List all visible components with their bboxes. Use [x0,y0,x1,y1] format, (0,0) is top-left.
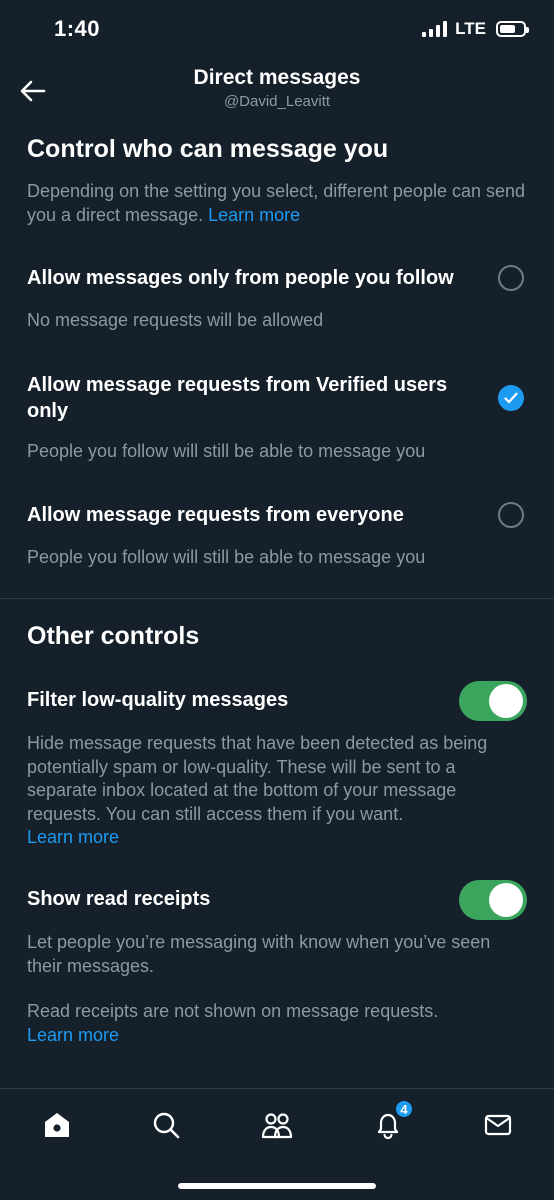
communities-icon [261,1113,293,1139]
toggle-knob [489,684,523,718]
tab-notifications[interactable]: 4 [368,1099,414,1145]
section-title-control: Control who can message you [27,135,389,163]
notification-count-badge: 4 [394,1099,414,1119]
tab-search[interactable] [146,1105,186,1145]
option-following-only-sublabel: No message requests will be allowed [27,310,324,330]
radio-following-only[interactable] [498,265,524,291]
read-receipts-description: Let people you’re messaging with know wh… [27,932,491,976]
battery-icon [496,21,529,37]
home-indicator [178,1183,376,1189]
tab-home[interactable] [37,1105,77,1145]
filter-low-quality-label: Filter low-quality messages [27,689,289,711]
read-receipts-toggle[interactable] [459,880,527,920]
checkmark-icon [504,392,518,404]
read-receipts-learn-more-link[interactable]: Learn more [27,1025,119,1045]
option-verified-only-sublabel: People you follow will still be able to … [27,441,426,461]
status-time: 1:40 [54,16,101,41]
header: Direct messages @David_Leavitt [0,60,554,120]
option-everyone-sublabel: People you follow will still be able to … [27,547,426,567]
page-title: Direct messages [193,66,361,89]
option-verified-only-label[interactable]: Allow message requests from Verified use… [27,372,482,424]
filter-description-text: Hide message requests that have been det… [27,733,488,824]
filter-low-quality-description: Hide message requests that have been det… [27,732,527,850]
read-receipts-note: Read receipts are not shown on message r… [27,1000,527,1047]
messages-icon [484,1114,512,1136]
filter-learn-more-link[interactable]: Learn more [27,827,119,847]
search-icon [153,1112,180,1139]
toggle-knob [489,883,523,917]
username: @David_Leavitt [223,93,331,110]
option-following-only-label[interactable]: Allow messages only from people you foll… [27,265,482,291]
option-everyone-label[interactable]: Allow message requests from everyone [27,502,482,528]
tab-communities[interactable] [257,1105,297,1145]
control-description: Depending on the setting you select, dif… [27,180,527,227]
home-icon [45,1113,69,1137]
radio-everyone[interactable] [498,502,524,528]
filter-low-quality-toggle[interactable] [459,681,527,721]
status-bar: 1:40 LTE [0,0,554,60]
network-type: LTE [455,19,486,38]
section-divider [0,598,554,599]
section-title-other: Other controls [27,622,200,650]
read-receipts-note-text: Read receipts are not shown on message r… [27,1001,439,1021]
signal-icon [422,21,448,37]
radio-verified-only[interactable] [498,385,524,411]
read-receipts-label: Show read receipts [27,888,211,910]
status-indicators: LTE [422,19,529,39]
learn-more-link[interactable]: Learn more [208,205,300,225]
tab-messages[interactable] [478,1105,518,1145]
